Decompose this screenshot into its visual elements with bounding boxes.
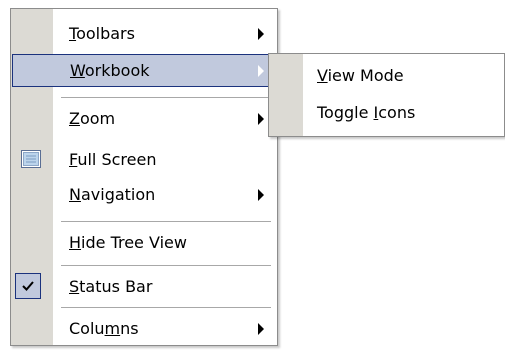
menu-item-label: Full Screen [69, 149, 157, 169]
submenu-arrow-icon [258, 188, 264, 201]
menu-item-zoom[interactable]: Zoom [12, 102, 276, 135]
menu-item-label: Workbook [70, 60, 150, 80]
menu-item-label: Columns [69, 318, 139, 338]
menu-item-columns[interactable]: Columns [12, 312, 276, 345]
submenu-arrow-icon [258, 112, 264, 125]
menu-item-toolbars[interactable]: Toolbars [12, 17, 276, 50]
menu-separator [61, 221, 271, 222]
menu-item-status-bar[interactable]: Status Bar [12, 270, 276, 303]
menu-item-label: Navigation [69, 184, 156, 204]
menu-item-label: Toolbars [69, 23, 135, 43]
full-screen-icon [21, 150, 41, 172]
menu-item-label: Hide Tree View [69, 232, 187, 252]
menu-item-navigation[interactable]: Navigation [12, 178, 276, 211]
menu-item-view-mode[interactable]: View Mode [270, 59, 503, 92]
submenu-arrow-icon [258, 27, 264, 40]
submenu-arrow-icon [258, 322, 264, 335]
menu-item-label: Toggle Icons [317, 102, 416, 122]
menu-separator [61, 265, 271, 266]
menu-separator [61, 97, 271, 98]
menu-item-workbook[interactable]: Workbook [12, 54, 276, 87]
menu-item-label: Zoom [69, 108, 116, 128]
menu-item-toggle-icons[interactable]: Toggle Icons [270, 96, 503, 129]
menu-item-label: View Mode [317, 65, 404, 85]
menu-item-hide-tree-view[interactable]: Hide Tree View [12, 226, 276, 259]
menu-item-label: Status Bar [69, 276, 153, 296]
checkmark-icon [15, 273, 41, 299]
view-context-menu: Toolbars Workbook Zoom Full Screen Navig… [10, 8, 278, 346]
menu-separator [61, 307, 271, 308]
menu-item-full-screen[interactable]: Full Screen [12, 143, 276, 176]
submenu-arrow-icon [258, 64, 264, 77]
workbook-submenu: View Mode Toggle Icons [268, 53, 505, 137]
